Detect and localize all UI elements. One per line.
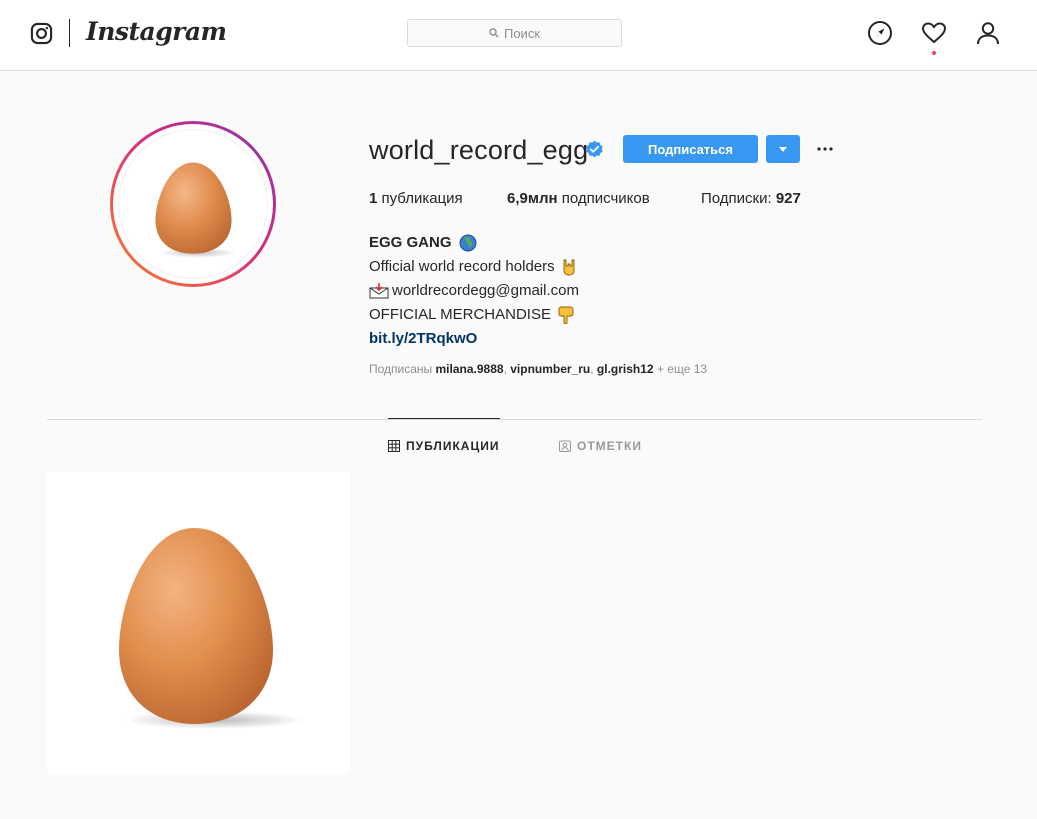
- bio-website-link[interactable]: bit.ly/2TRqkwO: [369, 330, 477, 347]
- caret-down-icon: [779, 146, 787, 152]
- posts-count: 1: [369, 190, 378, 207]
- following-count: 927: [775, 190, 801, 207]
- logo-divider: [69, 19, 70, 47]
- post-thumbnail[interactable]: [47, 472, 349, 774]
- followed-by-text[interactable]: Подписаны milana.9888, vipnumber_ru, gl.…: [369, 362, 707, 376]
- egg-post-image: [119, 528, 305, 729]
- search-input[interactable]: Поиск: [407, 19, 622, 47]
- followed-by-user[interactable]: milana.9888: [436, 362, 504, 376]
- followed-by-user[interactable]: vipnumber_ru: [510, 362, 590, 376]
- stat-posts: 1 публикация: [369, 190, 463, 207]
- follow-button[interactable]: Подписаться: [623, 135, 758, 163]
- activity-heart-icon[interactable]: [921, 20, 947, 46]
- followers-count: 6,9млн: [507, 190, 558, 207]
- tab-posts[interactable]: ПУБЛИКАЦИИ: [388, 439, 499, 453]
- search-placeholder: Поиск: [503, 25, 541, 41]
- bio-line-3: OFFICIAL MERCHANDISE: [369, 303, 579, 327]
- notification-dot: [932, 51, 936, 55]
- tabs-divider: [47, 419, 982, 420]
- bio-email: worldrecordegg@gmail.com: [392, 282, 579, 299]
- posts-label: публикация: [381, 190, 463, 207]
- globe-emoji-icon: [459, 234, 477, 252]
- stat-following[interactable]: Подписки: 927: [701, 190, 801, 207]
- tab-posts-label: ПУБЛИКАЦИИ: [406, 439, 500, 453]
- profile-username: world_record_egg: [369, 135, 589, 165]
- envelope-emoji-icon: [369, 283, 389, 299]
- suggested-accounts-dropdown-button[interactable]: [766, 135, 800, 163]
- grid-icon: [388, 440, 400, 452]
- bio-line-1: Official world record holders: [369, 255, 579, 279]
- followed-by-more[interactable]: + еще 13: [657, 362, 707, 376]
- active-tab-indicator: [388, 418, 500, 419]
- followers-label: подписчиков: [561, 190, 650, 207]
- following-label: Подписки:: [701, 190, 772, 207]
- explore-compass-icon[interactable]: [867, 20, 893, 46]
- search-icon: [489, 28, 499, 38]
- pointing-down-emoji-icon: [558, 306, 574, 325]
- instagram-camera-icon[interactable]: [30, 22, 53, 45]
- more-options-button[interactable]: [812, 137, 838, 161]
- verified-badge-icon: [586, 140, 603, 158]
- egg-illustration: [155, 162, 237, 258]
- top-navigation-bar: Instagram Поиск: [0, 0, 1037, 71]
- bio-name-line: EGG GANG: [369, 231, 579, 255]
- bio-full-name: EGG GANG: [369, 234, 452, 251]
- bio-link-line: bit.ly/2TRqkwO: [369, 327, 579, 351]
- avatar-egg-image: [118, 129, 268, 279]
- profile-bio: EGG GANG Official world record holders w…: [369, 231, 579, 351]
- profile-avatar[interactable]: [110, 121, 276, 287]
- stat-followers[interactable]: 6,9млн подписчиков: [507, 190, 650, 207]
- bio-email-line: worldrecordegg@gmail.com: [369, 279, 579, 303]
- rock-on-hand-emoji-icon: [563, 259, 575, 276]
- ellipsis-icon: [817, 147, 833, 151]
- followed-by-user[interactable]: gl.grish12: [597, 362, 654, 376]
- tab-tagged[interactable]: ОТМЕТКИ: [559, 439, 642, 453]
- profile-icon[interactable]: [975, 20, 1001, 46]
- tagged-user-icon: [559, 440, 571, 452]
- instagram-wordmark[interactable]: Instagram: [86, 17, 227, 46]
- tab-tagged-label: ОТМЕТКИ: [577, 439, 642, 453]
